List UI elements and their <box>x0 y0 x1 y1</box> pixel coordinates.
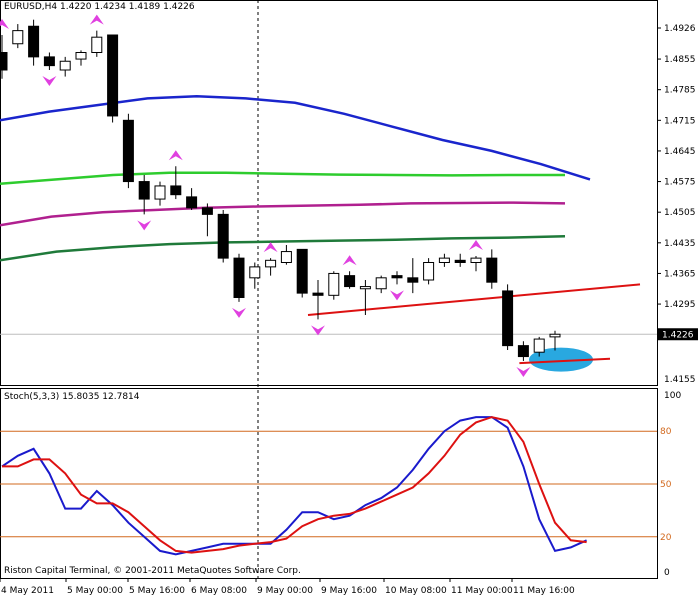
trendline <box>307 283 641 316</box>
price-tick-label: 1.4435 <box>664 239 696 249</box>
price-tick-label: 1.4855 <box>664 55 696 65</box>
bull-candle <box>549 333 561 338</box>
fractal-down-arrow <box>137 220 152 231</box>
bear-candle <box>138 181 150 200</box>
bear-candle <box>28 25 40 58</box>
stochastic-axis-min: 0 <box>664 568 670 578</box>
bull-candle <box>328 272 340 296</box>
price-pane-frame <box>0 0 658 386</box>
moving-average-line <box>0 95 591 181</box>
ohlc-high: 1.4234 <box>94 2 126 12</box>
time-tick-label: 9 May 00:00 <box>257 586 313 596</box>
bear-candle <box>454 259 466 263</box>
price-tick-label: 1.4155 <box>664 375 696 385</box>
bull-candle <box>470 257 482 263</box>
fractal-up-arrow <box>342 255 357 266</box>
ohlc-low: 1.4189 <box>128 2 161 12</box>
copyright-text: Riston Capital Terminal, © 2001-2011 Met… <box>4 566 301 576</box>
bull-candle <box>533 338 545 353</box>
fractal-up-arrow <box>89 14 104 25</box>
bear-candle <box>344 275 356 288</box>
time-tick-label: 9 May 16:00 <box>321 586 377 596</box>
fractal-down-arrow <box>390 290 404 301</box>
time-tick-label: 4 May 2011 <box>1 586 54 596</box>
ohlc-close: 1.4226 <box>163 2 195 12</box>
price-tick-label: 1.4365 <box>664 269 696 279</box>
fractal-up-arrow <box>469 239 483 250</box>
chart-window: 1.4926 1.4855 1.4785 1.4715 1.4645 1.4575 1.45… <box>0 0 698 597</box>
time-tick-label: 6 May 08:00 <box>191 586 247 596</box>
price-tick-label: 1.4295 <box>664 300 696 310</box>
current-price-label: 1.4226 <box>662 330 694 340</box>
fractal-up-arrow <box>263 242 278 253</box>
stochastic-name: Stoch(5,3,3) <box>4 392 60 402</box>
fractal-up-arrow <box>0 19 9 29</box>
stochastic-level-label: 20 <box>660 533 672 543</box>
time-tick-label: 5 May 16:00 <box>129 586 185 596</box>
bear-candle <box>186 196 198 209</box>
time-tick-label: 11 May 16:00 <box>513 586 575 596</box>
stochastic-level-label: 50 <box>660 480 672 490</box>
bear-candle <box>0 52 8 71</box>
stochastic-signal-value: 12.7814 <box>102 392 140 402</box>
bull-candle <box>91 36 103 53</box>
bull-candle <box>265 259 277 268</box>
bear-candle <box>217 213 229 259</box>
ohlc-open: 1.4220 <box>60 2 92 12</box>
bear-candle <box>296 248 308 294</box>
symbol-label: EURUSD,H4 <box>4 2 58 12</box>
bear-candle <box>391 275 403 279</box>
bear-candle <box>517 345 529 358</box>
time-tick-label: 11 May 00:00 <box>451 586 513 596</box>
bear-candle <box>107 34 119 117</box>
bear-candle <box>233 257 245 298</box>
stochastic-level-label: 80 <box>660 427 672 437</box>
bull-candle <box>154 185 166 200</box>
stochastic-header: Stoch(5,3,3) 15.8035 12.7814 <box>4 392 140 402</box>
price-tick-label: 1.4575 <box>664 178 696 188</box>
bear-candle <box>486 257 498 283</box>
bull-candle <box>75 52 87 60</box>
bear-candle <box>312 292 324 296</box>
bull-candle <box>359 286 371 290</box>
bull-candle <box>12 30 24 45</box>
chart-canvas: 1.4926 1.4855 1.4785 1.4715 1.4645 1.4575 1.45… <box>0 0 698 596</box>
price-tick-label: 1.4715 <box>664 116 696 126</box>
bear-candle <box>502 290 514 347</box>
stochastic-main-value: 15.8035 <box>62 392 100 402</box>
time-tick-label: 5 May 00:00 <box>67 586 123 596</box>
bull-candle <box>375 277 387 290</box>
fractal-up-arrow <box>168 150 183 161</box>
price-tick-label: 1.4785 <box>664 86 696 96</box>
price-tick-label: 1.4926 <box>664 24 696 34</box>
bull-candle <box>280 251 292 263</box>
price-tick-label: 1.4645 <box>664 147 696 157</box>
bear-candle <box>122 119 134 183</box>
bear-candle <box>407 277 419 283</box>
stochastic-signal-line <box>2 416 587 554</box>
chart-header: EURUSD,H4 1.4220 1.4234 1.4189 1.4226 <box>4 2 195 12</box>
fractal-down-arrow <box>516 366 531 377</box>
bull-candle <box>249 266 261 279</box>
fractal-down-arrow <box>232 307 246 318</box>
bull-candle <box>59 60 71 71</box>
stochastic-axis-max: 100 <box>664 391 681 401</box>
time-tick-label: 10 May 08:00 <box>385 586 447 596</box>
stochastic-main-line <box>1 416 588 556</box>
bear-candle <box>170 185 182 196</box>
bull-candle <box>423 262 435 281</box>
moving-average-line <box>0 201 566 227</box>
fractal-down-arrow <box>42 76 57 86</box>
price-tick-label: 1.4505 <box>664 208 696 218</box>
bear-candle <box>43 56 55 67</box>
moving-average-line <box>0 171 565 186</box>
bull-candle <box>438 257 450 263</box>
bear-candle <box>201 207 213 215</box>
